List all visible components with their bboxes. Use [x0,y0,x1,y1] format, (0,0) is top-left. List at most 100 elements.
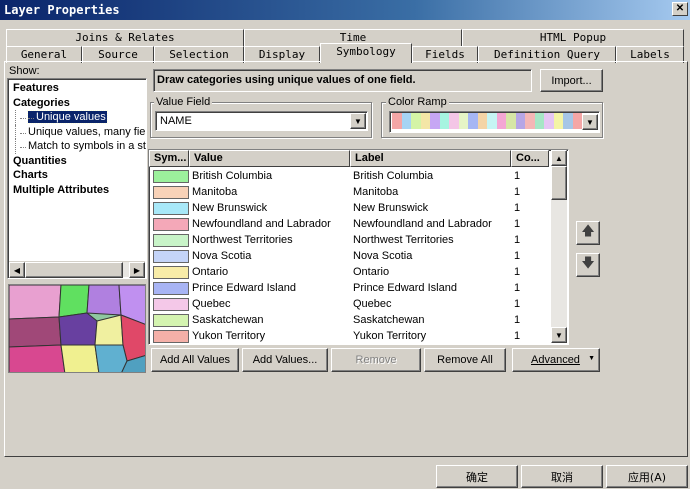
scroll-thumb[interactable] [25,262,123,278]
scroll-down-icon[interactable]: ▼ [551,327,567,343]
scroll-thumb[interactable] [551,166,567,200]
advanced-label: Advanced [531,354,580,366]
remove-button[interactable]: Remove [331,348,421,372]
row-label[interactable]: Ontario [353,266,389,278]
tab-joins-relates[interactable]: Joins & Relates [6,29,244,46]
row-label[interactable]: New Brunswick [353,202,428,214]
table-row[interactable]: Saskatchewan Saskatchewan 1 [149,312,520,328]
chevron-down-icon[interactable]: ▼ [350,113,366,129]
row-label[interactable]: Prince Edward Island [353,282,457,294]
add-values-button[interactable]: Add Values... [242,348,328,372]
symbol-swatch[interactable] [153,281,189,295]
window-title: Layer Properties [4,3,120,17]
row-count: 1 [514,266,521,278]
tree-item-charts[interactable]: Charts [8,168,146,183]
header-label[interactable]: Label [350,150,511,167]
table-row[interactable]: Quebec Quebec 1 [149,296,520,312]
row-value: Ontario [192,266,229,278]
table-row[interactable]: Yukon Territory Yukon Territory 1 [149,328,520,344]
table-row[interactable]: Newfoundland and Labrador Newfoundland an… [149,216,520,232]
tab-html-popup[interactable]: HTML Popup [462,29,684,46]
ramp-color-cell [439,113,449,129]
map-preview-image [8,284,146,373]
table-row[interactable]: Ontario Ontario 1 [149,264,520,280]
tree-item-multiple-attributes[interactable]: Multiple Attributes [8,183,146,198]
tree-item-unique-values-many-fields[interactable]: Unique values, many fiel [8,124,146,140]
symbol-swatch[interactable] [153,201,189,215]
ramp-color-cell [458,113,468,129]
value-field-value: NAME [160,115,192,127]
row-count: 1 [514,234,521,246]
ramp-color-cell [515,113,525,129]
scroll-up-icon[interactable]: ▲ [551,150,567,166]
row-label[interactable]: Quebec [353,298,392,310]
symbol-swatch[interactable] [153,313,189,327]
import-button[interactable]: Import... [540,69,603,92]
symbol-swatch[interactable] [153,217,189,231]
tree-item-unique-values[interactable]: Unique values [8,110,146,125]
category-table: Sym... Value Label Co... British Columbi… [148,149,569,345]
table-row[interactable]: Prince Edward Island Prince Edward Island… [149,280,520,296]
table-row[interactable]: Manitoba Manitoba 1 [149,184,520,200]
close-icon[interactable]: ✕ [672,2,688,16]
symbol-swatch[interactable] [153,329,189,343]
description-text: Draw categories using unique values of o… [157,74,416,86]
move-up-button[interactable]: 🡅 [576,221,600,245]
ok-button[interactable]: 确定 [436,465,518,488]
ramp-color-cell [553,113,563,129]
title-bar: Layer Properties ✕ [0,0,690,20]
tree-item-categories[interactable]: Categories [8,96,146,111]
symbol-swatch[interactable] [153,249,189,263]
symbol-swatch[interactable] [153,169,189,183]
row-label[interactable]: Nova Scotia [353,250,412,262]
row-count: 1 [514,170,521,182]
symbol-swatch[interactable] [153,297,189,311]
add-all-values-button[interactable]: Add All Values [151,348,239,372]
ramp-color-cell [496,113,506,129]
show-label: Show: [9,65,40,77]
ramp-color-cell [430,113,440,129]
ramp-color-cell [468,113,478,129]
row-count: 1 [514,298,521,310]
value-field-select[interactable]: NAME ▼ [155,111,368,131]
show-tree: Features Categories Unique values Unique… [8,81,146,281]
chevron-down-icon[interactable]: ▼ [582,114,598,130]
table-row[interactable]: Northwest Territories Northwest Territori… [149,232,520,248]
tree-item-match-to-symbols[interactable]: Match to symbols in a sty [8,139,146,154]
table-row[interactable]: New Brunswick New Brunswick 1 [149,200,520,216]
arrow-down-icon: 🡇 [581,255,595,270]
row-label[interactable]: Saskatchewan [353,314,425,326]
remove-all-button[interactable]: Remove All [424,348,506,372]
row-value: Newfoundland and Labrador [192,218,331,230]
color-ramp-preview [392,113,582,129]
ramp-color-cell [487,113,497,129]
symbol-swatch[interactable] [153,233,189,247]
scroll-right-icon[interactable]: ▶ [129,262,145,278]
table-row[interactable]: British Columbia British Columbia 1 [149,168,520,184]
scroll-left-icon[interactable]: ◀ [9,262,25,278]
tree-horizontal-scrollbar[interactable]: ◀ ▶ [9,261,145,278]
cancel-button[interactable]: 取消 [521,465,603,488]
row-count: 1 [514,218,521,230]
advanced-button[interactable]: Advanced ▼ [512,348,600,372]
header-count[interactable]: Co... [511,150,549,167]
tab-symbology[interactable]: Symbology [320,43,412,63]
apply-button[interactable]: 应用(A) [606,465,688,488]
row-value: Yukon Territory [192,330,266,342]
row-label[interactable]: Newfoundland and Labrador [353,218,492,230]
row-label[interactable]: Northwest Territories [353,234,454,246]
header-value[interactable]: Value [189,150,350,167]
row-value: British Columbia [192,170,273,182]
header-symbol[interactable]: Sym... [149,150,189,167]
row-label[interactable]: Yukon Territory [353,330,426,342]
move-down-button[interactable]: 🡇 [576,253,600,277]
ramp-color-cell [449,113,459,129]
tree-item-quantities[interactable]: Quantities [8,154,146,169]
symbol-swatch[interactable] [153,265,189,279]
symbol-swatch[interactable] [153,185,189,199]
table-vertical-scrollbar[interactable]: ▲ ▼ [551,150,567,343]
table-row[interactable]: Nova Scotia Nova Scotia 1 [149,248,520,264]
row-label[interactable]: Manitoba [353,186,398,198]
row-label[interactable]: British Columbia [353,170,433,182]
tree-item-features[interactable]: Features [8,81,146,96]
